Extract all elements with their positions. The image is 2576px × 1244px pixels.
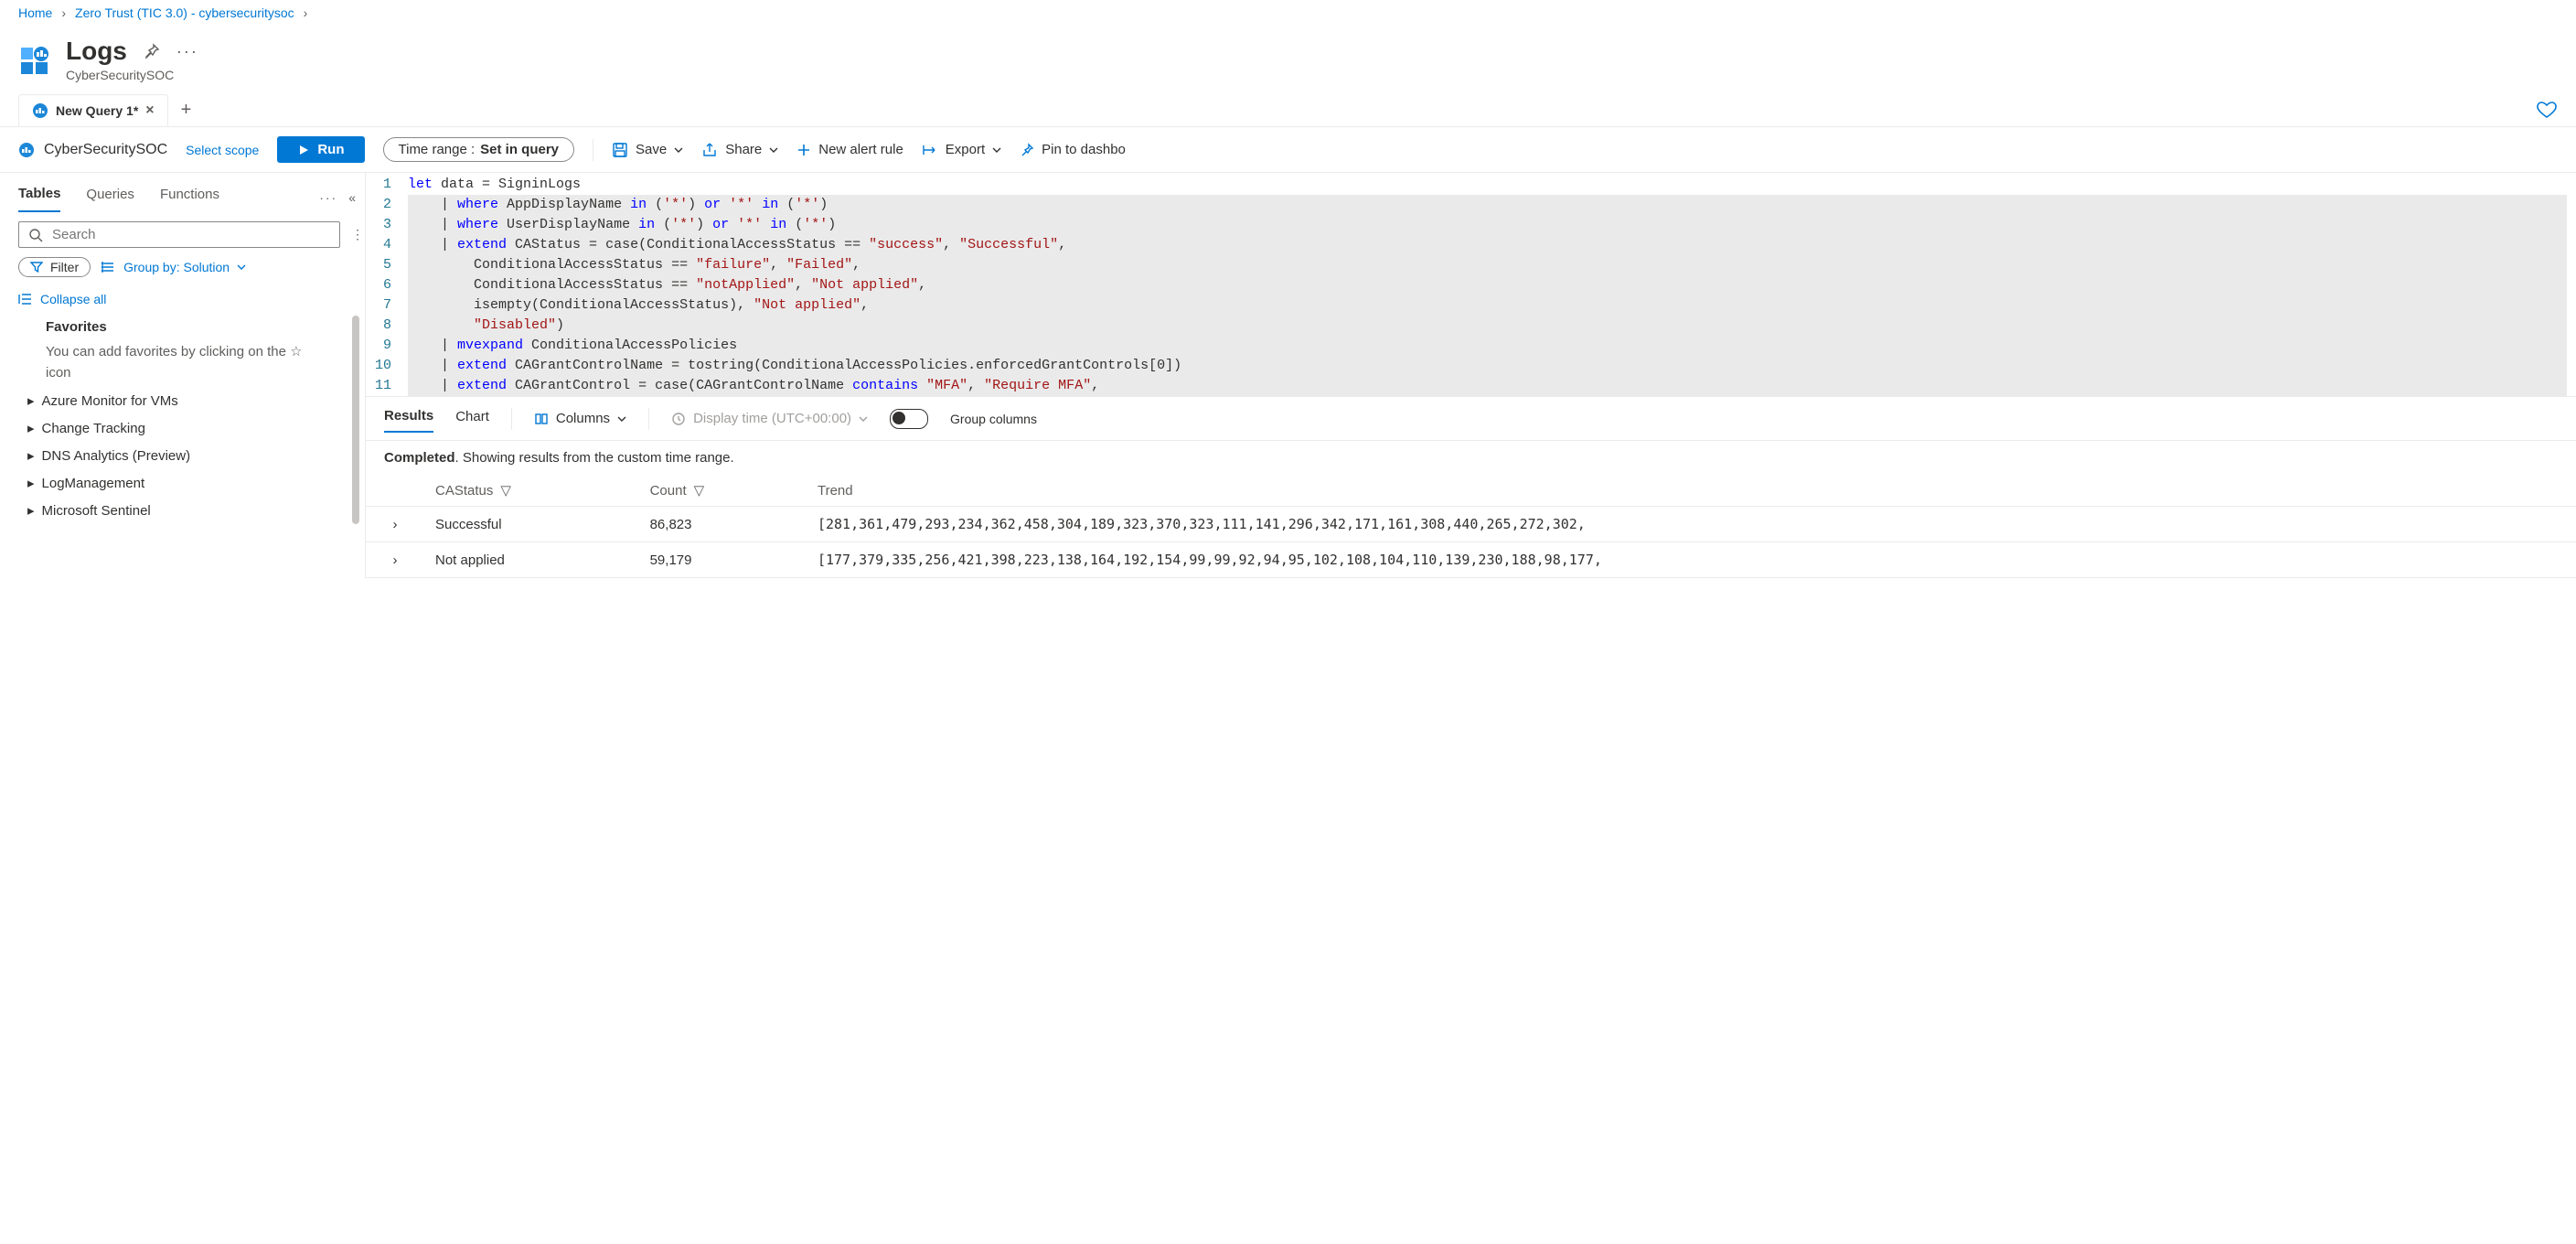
tree-item[interactable]: ▸Change Tracking xyxy=(18,414,348,442)
breadcrumb-home[interactable]: Home xyxy=(18,5,52,20)
chevron-down-icon xyxy=(859,414,868,424)
chevron-down-icon xyxy=(769,145,778,155)
list-icon xyxy=(102,260,116,274)
status-message: Completed. Showing results from the cust… xyxy=(366,441,2576,475)
select-scope-link[interactable]: Select scope xyxy=(186,143,259,157)
export-icon xyxy=(922,142,938,158)
caret-right-icon: ▸ xyxy=(27,392,35,409)
plus-icon xyxy=(796,143,811,157)
save-icon xyxy=(612,142,628,158)
play-icon xyxy=(297,144,310,156)
collapse-panel-icon[interactable]: « xyxy=(348,190,356,205)
toolbar: CyberSecuritySOC Select scope Run Time r… xyxy=(0,127,2576,173)
group-by-button[interactable]: Group by: Solution xyxy=(102,260,246,274)
logs-icon xyxy=(18,45,51,78)
chevron-right-icon: › xyxy=(304,5,308,20)
caret-right-icon: ▸ xyxy=(27,447,35,464)
table-row[interactable]: ›Successful86,823[281,361,479,293,234,36… xyxy=(366,507,2576,542)
columns-icon xyxy=(534,412,549,426)
breadcrumb: Home › Zero Trust (TIC 3.0) - cybersecur… xyxy=(0,0,2576,20)
query-tabs: New Query 1* × + xyxy=(0,93,2576,127)
expand-row-icon[interactable]: › xyxy=(366,507,424,542)
caret-right-icon: ▸ xyxy=(27,420,35,436)
chevron-down-icon xyxy=(237,263,246,272)
search-icon xyxy=(28,228,43,242)
breadcrumb-item[interactable]: Zero Trust (TIC 3.0) - cybersecuritysoc xyxy=(75,5,294,20)
filter-icon xyxy=(30,261,43,273)
filter-icon[interactable]: ▽ xyxy=(694,483,705,499)
query-editor[interactable]: 1234567891011 let data = SigninLogs | wh… xyxy=(366,173,2576,396)
column-header[interactable]: Count▽ xyxy=(639,475,807,507)
run-button[interactable]: Run xyxy=(277,136,364,163)
clock-icon xyxy=(671,412,686,426)
chevron-right-icon: › xyxy=(61,5,66,20)
more-icon[interactable]: ⋮ xyxy=(351,227,364,242)
sidebar-tab-queries[interactable]: Queries xyxy=(86,183,134,211)
logs-icon xyxy=(32,102,48,119)
filter-icon[interactable]: ▽ xyxy=(500,483,511,499)
display-time-button[interactable]: Display time (UTC+00:00) xyxy=(671,411,868,426)
chevron-down-icon xyxy=(617,414,626,424)
tree-item[interactable]: ▸LogManagement xyxy=(18,469,348,497)
search-field[interactable] xyxy=(50,226,330,243)
tab-label: New Query 1* xyxy=(56,103,138,118)
share-button[interactable]: Share xyxy=(701,142,778,158)
favorites-heading: Favorites xyxy=(46,319,348,335)
sidebar-tab-functions[interactable]: Functions xyxy=(160,183,219,211)
sidebar-tab-tables[interactable]: Tables xyxy=(18,182,60,212)
table-row[interactable]: ›Not applied59,179[177,379,335,256,421,3… xyxy=(366,542,2576,578)
scrollbar[interactable] xyxy=(352,316,359,524)
results-toolbar: Results Chart Columns Display time (UTC+… xyxy=(366,396,2576,441)
more-icon[interactable]: ··· xyxy=(319,190,337,205)
tab-new-query[interactable]: New Query 1* × xyxy=(18,94,168,126)
caret-right-icon: ▸ xyxy=(27,502,35,519)
page-subtitle: CyberSecuritySOC xyxy=(66,68,198,82)
collapse-icon xyxy=(18,292,33,306)
tree-item[interactable]: ▸Azure Monitor for VMs xyxy=(18,387,348,414)
chart-tab[interactable]: Chart xyxy=(455,405,489,432)
search-input[interactable] xyxy=(18,221,340,248)
more-icon[interactable]: ··· xyxy=(176,42,198,61)
logs-icon xyxy=(18,142,35,158)
tree-item[interactable]: ▸DNS Analytics (Preview) xyxy=(18,442,348,469)
tree-item[interactable]: ▸Microsoft Sentinel xyxy=(18,497,348,524)
favorite-icon[interactable] xyxy=(2536,99,2558,121)
filter-button[interactable]: Filter xyxy=(18,257,91,277)
chevron-down-icon xyxy=(674,145,683,155)
results-tab[interactable]: Results xyxy=(384,404,433,433)
pin-dashboard-button[interactable]: Pin to dashbo xyxy=(1020,142,1126,157)
group-columns-toggle[interactable] xyxy=(890,409,928,429)
caret-right-icon: ▸ xyxy=(27,475,35,491)
export-button[interactable]: Export xyxy=(922,142,1001,158)
chevron-down-icon xyxy=(992,145,1001,155)
page-title: Logs xyxy=(66,37,127,66)
workspace-label: CyberSecuritySOC xyxy=(18,142,167,158)
new-alert-button[interactable]: New alert rule xyxy=(796,142,903,157)
collapse-all-link[interactable]: Collapse all xyxy=(18,292,365,306)
share-icon xyxy=(701,142,718,158)
page-header: Logs ··· CyberSecuritySOC xyxy=(0,20,2576,93)
save-button[interactable]: Save xyxy=(612,142,683,158)
star-icon: ☆ xyxy=(290,344,302,359)
sidebar: Tables Queries Functions ··· « ⋮ Filter … xyxy=(0,173,366,578)
group-columns-label: Group columns xyxy=(950,412,1037,426)
pin-icon xyxy=(1020,143,1034,157)
columns-button[interactable]: Columns xyxy=(534,411,626,426)
add-tab-button[interactable]: + xyxy=(168,93,205,126)
favorites-hint: You can add favorites by clicking on the… xyxy=(46,342,320,383)
column-header[interactable]: Trend xyxy=(807,475,2576,507)
pin-icon[interactable] xyxy=(144,43,160,59)
close-icon[interactable]: × xyxy=(145,102,154,119)
expand-row-icon[interactable]: › xyxy=(366,542,424,578)
time-range-picker[interactable]: Time range : Set in query xyxy=(383,137,575,162)
column-header[interactable]: CAStatus▽ xyxy=(424,475,639,507)
results-table: CAStatus▽ Count▽ Trend ›Successful86,823… xyxy=(366,475,2576,578)
